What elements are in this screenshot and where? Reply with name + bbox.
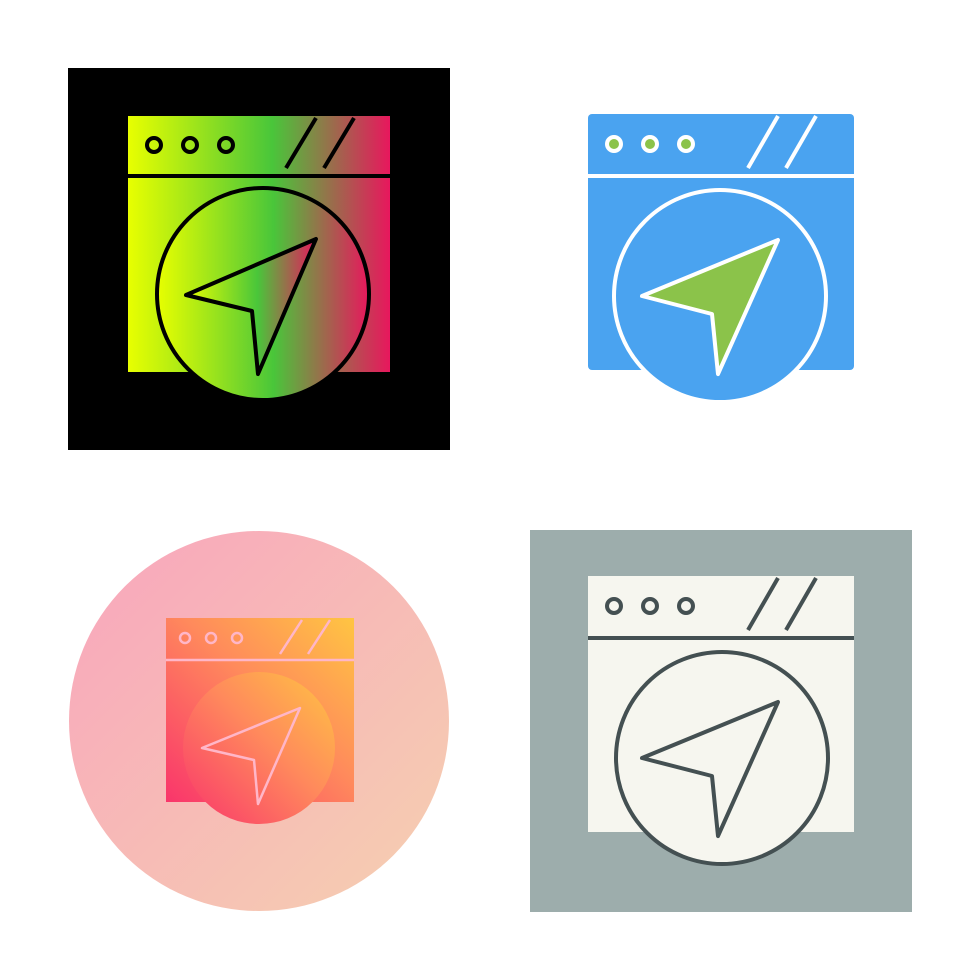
variant-gradient-black <box>68 68 450 450</box>
icon-set-canvas <box>0 0 980 980</box>
browser-navigation-icon <box>530 530 912 912</box>
variant-flat-blue <box>530 68 912 450</box>
navigation-badge <box>183 672 335 824</box>
window-dot-icon <box>677 135 695 153</box>
navigation-badge <box>155 186 371 402</box>
browser-navigation-icon <box>588 114 854 404</box>
variant-glyph-grey <box>530 530 912 912</box>
variant-gradient-circle <box>68 530 450 912</box>
window-dot-icon <box>641 135 659 153</box>
browser-navigation-icon <box>68 68 450 450</box>
window-dot-icon <box>605 135 623 153</box>
navigation-badge <box>614 650 830 866</box>
browser-navigation-icon <box>69 531 449 911</box>
navigation-badge <box>612 188 828 404</box>
